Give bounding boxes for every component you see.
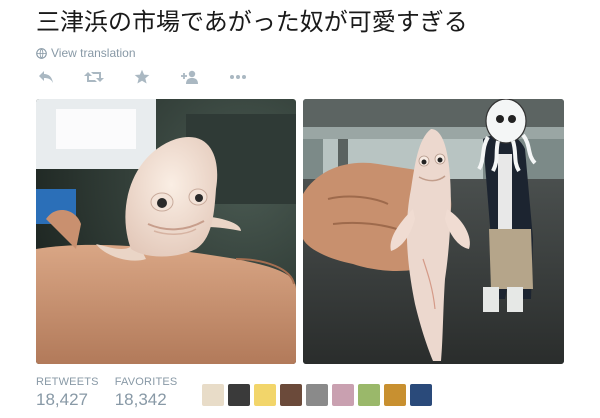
reply-icon: [39, 71, 53, 83]
favoriter-avatar[interactable]: [332, 384, 354, 406]
favorite-button[interactable]: [132, 69, 152, 85]
favorite-star-icon: [134, 69, 150, 84]
favoriter-avatar[interactable]: [358, 384, 380, 406]
favoriter-avatar[interactable]: [410, 384, 432, 406]
tweet-photo-right[interactable]: [303, 99, 564, 364]
retweet-button[interactable]: [84, 69, 104, 85]
view-translation-link[interactable]: View translation: [36, 45, 136, 61]
shark-closeup-image: [36, 99, 296, 364]
favorites-count: 18,342: [114, 390, 167, 409]
retweets-stat[interactable]: RETWEETS 18,427: [36, 376, 99, 416]
follow-button[interactable]: [180, 69, 200, 85]
tweet-photo-left[interactable]: [36, 99, 296, 364]
favoriter-avatars: [202, 384, 436, 406]
more-icon: [230, 75, 246, 79]
retweet-icon: [84, 72, 104, 82]
favoriter-avatar[interactable]: [280, 384, 302, 406]
favorites-label: FAVORITES: [114, 376, 178, 388]
favoriter-avatar[interactable]: [384, 384, 406, 406]
retweets-count: 18,427: [36, 390, 88, 409]
favoriter-avatar[interactable]: [254, 384, 276, 406]
favorites-stat[interactable]: FAVORITES 18,342: [115, 376, 178, 416]
favoriter-avatar[interactable]: [306, 384, 328, 406]
retweets-label: RETWEETS: [36, 376, 99, 388]
view-translation-label[interactable]: View translation: [51, 46, 136, 60]
globe-icon: [36, 47, 47, 59]
shark-market-image: [303, 99, 564, 364]
tweet-stats: RETWEETS 18,427 FAVORITES 18,342: [36, 376, 193, 416]
more-button[interactable]: [228, 69, 248, 85]
reply-button[interactable]: [36, 69, 56, 85]
favoriter-avatar[interactable]: [228, 384, 250, 406]
tweet-text: 三津浜の市場であがった奴が可愛すぎる: [36, 8, 468, 36]
follow-icon: [181, 70, 198, 84]
tweet-actions: [36, 66, 276, 88]
favoriter-avatar[interactable]: [202, 384, 224, 406]
